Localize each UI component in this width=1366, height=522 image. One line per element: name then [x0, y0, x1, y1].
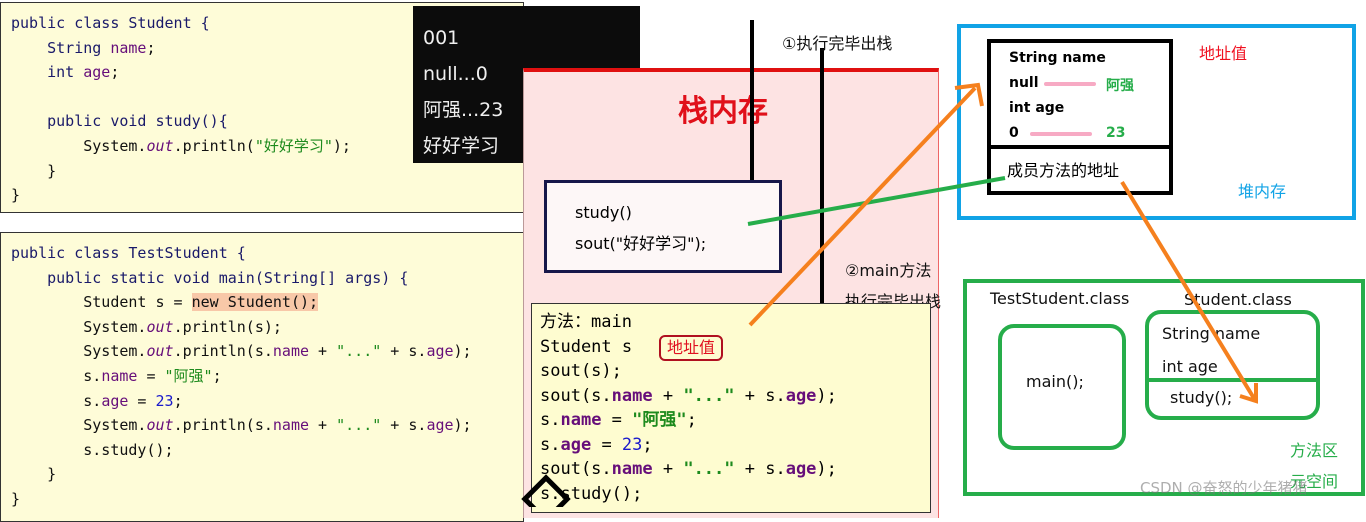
orange-arrow-to-heap [748, 86, 977, 327]
green-pointer-line [747, 176, 1006, 226]
cursor-diamond [521, 474, 571, 507]
orange-arrow-to-study [1120, 180, 1257, 402]
arrows-layer [521, 82, 1258, 507]
